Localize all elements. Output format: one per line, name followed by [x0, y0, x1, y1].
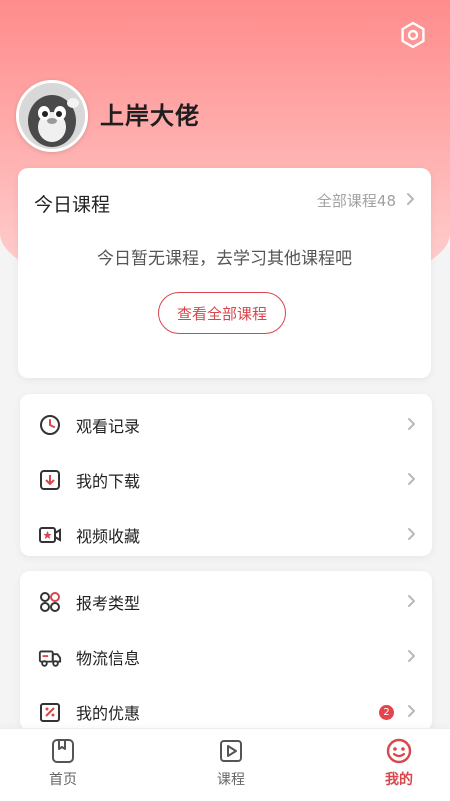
list-item-exam-type[interactable]: 报考类型: [20, 575, 432, 629]
coupon-icon: [38, 700, 62, 724]
tab-label: 我的: [385, 772, 413, 788]
empty-courses-message: 今日暂无课程，去学习其他课程吧: [97, 249, 352, 269]
today-courses-title: 今日课程: [34, 194, 111, 216]
chevron-right-icon: [406, 191, 415, 210]
menu-group-history: 观看记录 我的下载 视频收藏: [20, 394, 432, 556]
bottom-tab-bar: 首页 课程 我的: [0, 728, 450, 801]
list-item-label: 报考类型: [76, 594, 141, 613]
tab-mine[interactable]: 我的: [354, 729, 444, 801]
list-item-label: 视频收藏: [76, 527, 141, 546]
video-favorite-icon: [38, 523, 62, 547]
tab-label: 首页: [49, 772, 77, 788]
chevron-right-icon: [407, 703, 416, 722]
today-courses-card: 今日课程 全部课程48 今日暂无课程，去学习其他课程吧 查看全部课程: [18, 168, 431, 378]
settings-icon[interactable]: [398, 20, 428, 50]
list-item-label: 观看记录: [76, 417, 141, 436]
list-item-video-favorites[interactable]: 视频收藏: [20, 508, 432, 562]
list-item-logistics[interactable]: 物流信息: [20, 630, 432, 684]
list-item-label: 我的下载: [76, 472, 141, 491]
tab-label: 课程: [217, 772, 245, 788]
tab-courses[interactable]: 课程: [186, 729, 276, 801]
chevron-right-icon: [407, 416, 416, 435]
coupon-count-badge: 2: [379, 704, 394, 720]
all-courses-label: 全部课程48: [316, 192, 396, 210]
download-icon: [38, 468, 62, 492]
clock-icon: [38, 413, 62, 437]
list-item-my-downloads[interactable]: 我的下载: [20, 453, 432, 507]
list-item-label: 我的优惠: [76, 704, 141, 723]
all-courses-link[interactable]: 全部课程48: [317, 190, 415, 211]
menu-group-account: 报考类型 物流信息 我的优惠 2: [20, 571, 432, 731]
truck-icon: [38, 645, 62, 669]
category-icon: [38, 590, 62, 614]
home-icon: [49, 737, 77, 765]
list-item-watch-history[interactable]: 观看记录: [20, 398, 432, 452]
chevron-right-icon: [407, 471, 416, 490]
chevron-right-icon: [407, 526, 416, 545]
avatar[interactable]: [16, 80, 88, 152]
tab-home[interactable]: 首页: [18, 729, 108, 801]
view-all-courses-button[interactable]: 查看全部课程: [158, 292, 286, 334]
chevron-right-icon: [407, 648, 416, 667]
username: 上岸大佬: [100, 102, 200, 130]
smile-icon: [385, 737, 413, 765]
play-icon: [217, 737, 245, 765]
chevron-right-icon: [407, 593, 416, 612]
list-item-label: 物流信息: [76, 649, 141, 668]
